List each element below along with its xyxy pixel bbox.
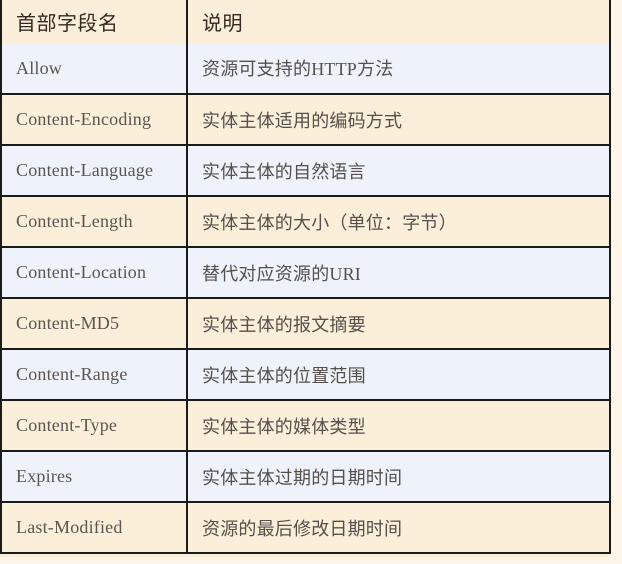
table-row: Content-MD5 实体主体的报文摘要 xyxy=(1,298,610,350)
table-body: Allow 资源可支持的HTTP方法 Content-Encoding 实体主体… xyxy=(1,43,610,553)
cell-description: 实体主体的报文摘要 xyxy=(187,298,610,350)
cell-description: 实体主体过期的日期时间 xyxy=(187,451,610,503)
table-header-row: 首部字段名 说明 xyxy=(1,0,610,43)
cell-description: 实体主体的自然语言 xyxy=(187,145,610,197)
entity-header-table-container: 首部字段名 说明 Allow 资源可支持的HTTP方法 Content-Enco… xyxy=(0,0,611,557)
cell-field-name: Content-Location xyxy=(1,247,188,299)
cell-field-name: Content-Length xyxy=(1,196,188,248)
table-header: 首部字段名 说明 xyxy=(1,0,610,43)
table-row: Content-Type 实体主体的媒体类型 xyxy=(1,400,610,452)
table-row: Last-Modified 资源的最后修改日期时间 xyxy=(1,502,610,553)
table-row: Content-Language 实体主体的自然语言 xyxy=(1,145,610,197)
table-row: Content-Encoding 实体主体适用的编码方式 xyxy=(1,94,610,146)
cell-field-name: Content-Language xyxy=(1,145,188,197)
cell-description: 实体主体的媒体类型 xyxy=(187,400,610,452)
cell-description: 实体主体适用的编码方式 xyxy=(187,94,610,146)
cell-description: 实体主体的大小（单位：字节） xyxy=(187,196,610,248)
cell-description: 资源的最后修改日期时间 xyxy=(202,518,403,539)
cell-field-name: Content-Encoding xyxy=(1,94,188,146)
cell-field-name: Allow xyxy=(1,43,188,95)
table-row: Expires 实体主体过期的日期时间 xyxy=(1,451,610,503)
column-header-field: 首部字段名 xyxy=(1,0,188,43)
cell-field-name: Last-Modified xyxy=(1,502,188,553)
table-row: Content-Location 替代对应资源的URI xyxy=(1,247,610,299)
cell-field-name: Content-Range xyxy=(1,349,188,401)
cell-description: 替代对应资源的URI xyxy=(187,247,610,299)
cell-field-name: Expires xyxy=(1,451,188,503)
table-row: Allow 资源可支持的HTTP方法 xyxy=(1,43,610,95)
table-row: Content-Range 实体主体的位置范围 xyxy=(1,349,610,401)
cell-description: 实体主体的位置范围 xyxy=(187,349,610,401)
cell-field-name: Content-Type xyxy=(1,400,188,452)
column-header-description: 说明 xyxy=(202,13,243,35)
entity-header-table: 首部字段名 说明 Allow 资源可支持的HTTP方法 Content-Enco… xyxy=(0,0,611,554)
table-row: Content-Length 实体主体的大小（单位：字节） xyxy=(1,196,610,248)
cell-description: 资源可支持的HTTP方法 xyxy=(187,43,610,95)
cell-field-name: Content-MD5 xyxy=(1,298,188,350)
